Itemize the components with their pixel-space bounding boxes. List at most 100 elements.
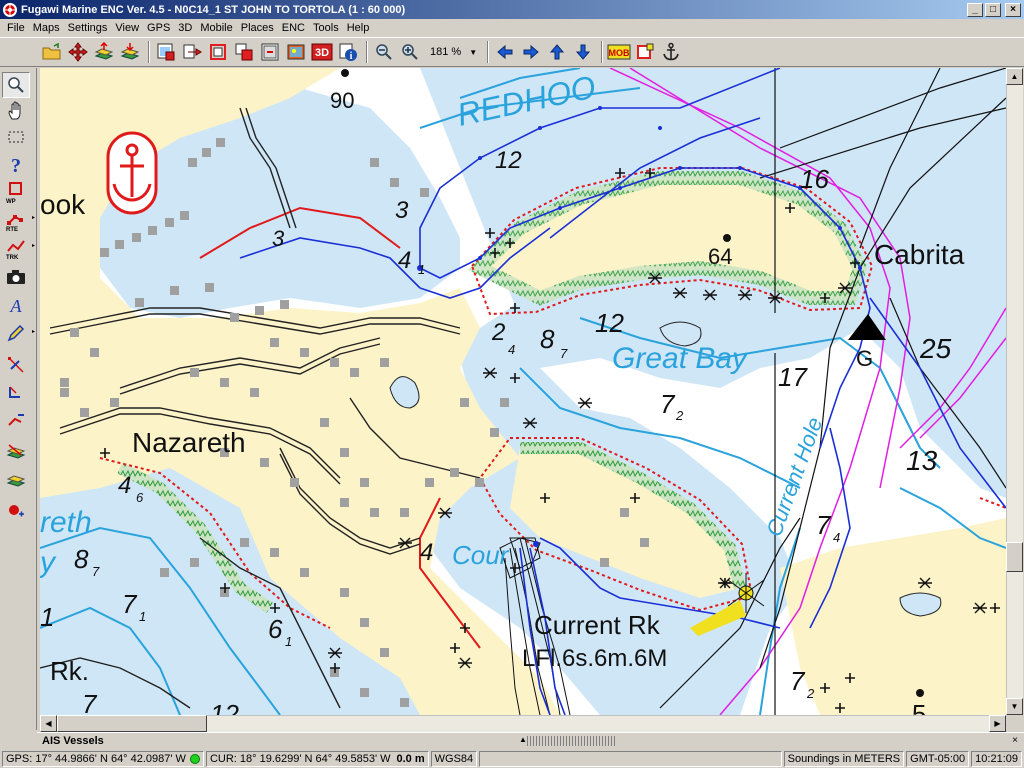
sounding-label: 8	[540, 324, 555, 354]
distance-value: 0.0 m	[396, 752, 425, 765]
text-a-icon: A	[10, 296, 23, 315]
vertical-scroll-thumb[interactable]	[1006, 542, 1023, 572]
pan-tool-button[interactable]	[2, 98, 30, 124]
sounding-label: 4	[118, 472, 131, 499]
pen-tool-button[interactable]: ▸	[2, 320, 35, 346]
mob-label: MOB	[609, 48, 630, 58]
sounding-label: 17	[778, 362, 808, 392]
menu-enc[interactable]: ENC	[278, 22, 309, 34]
place-nazareth-bay: reth	[40, 506, 92, 539]
sounding-sub-label: 1	[285, 634, 292, 649]
3d-button[interactable]: 3D	[310, 40, 334, 64]
menu-gps[interactable]: GPS	[143, 22, 174, 34]
menu-bar: File Maps Settings View GPS 3D Mobile Pl…	[0, 19, 1024, 37]
info-button[interactable]: i	[336, 40, 360, 64]
record-button[interactable]	[2, 498, 30, 524]
query-tool-button[interactable]: ?	[2, 152, 30, 178]
menu-places[interactable]: Places	[237, 22, 278, 34]
menu-file[interactable]: File	[3, 22, 29, 34]
sounding-label: 12	[210, 699, 239, 715]
zoom-tool-button[interactable]	[2, 72, 30, 98]
enc-chart-canvas[interactable]: 90 12 3 4 1 3 16 64 12 2 4 8 7 17 25 13 …	[40, 68, 1006, 715]
arrow-down-icon: ▼	[1010, 702, 1019, 711]
open-folder-button[interactable]	[40, 40, 64, 64]
menu-3d[interactable]: 3D	[174, 22, 196, 34]
vertical-scrollbar[interactable]: ▲ ▼	[1006, 68, 1023, 715]
menu-maps[interactable]: Maps	[29, 22, 64, 34]
ais-close-button[interactable]: ×	[1012, 735, 1018, 746]
layer-show-button[interactable]	[2, 438, 30, 464]
text-tool-button[interactable]: A	[2, 292, 30, 318]
panel-resize-grip[interactable]	[527, 736, 617, 746]
sounding-label: 5	[912, 699, 926, 715]
maximize-button[interactable]: □	[985, 2, 1001, 17]
expand-panel-icon[interactable]: ▲	[519, 735, 527, 744]
camera-tool-button[interactable]	[2, 264, 30, 290]
pan-right-button[interactable]	[519, 40, 543, 64]
toolbar-separator	[148, 41, 150, 63]
daymark-label: G	[856, 346, 873, 371]
clock: 10:21:09	[971, 750, 1022, 767]
sounding-label: 6	[268, 614, 283, 644]
layer-stack-icon	[94, 42, 114, 60]
arrow-left-icon	[497, 44, 513, 60]
anchor-button[interactable]	[659, 40, 683, 64]
layer-down-button[interactable]	[118, 40, 142, 64]
waypoint-tool-button[interactable]: WP	[2, 178, 30, 205]
goto-button[interactable]	[180, 40, 204, 64]
enc-window-button[interactable]	[258, 40, 282, 64]
window-red-button[interactable]	[206, 40, 230, 64]
pen-icon	[7, 324, 25, 342]
route-tool-button[interactable]: RTE ▸	[2, 206, 35, 233]
menu-tools[interactable]: Tools	[309, 22, 343, 34]
mark-button[interactable]	[633, 40, 657, 64]
zoom-in-button[interactable]	[398, 40, 422, 64]
goto-arrow-icon	[183, 44, 202, 59]
layer-hide-button[interactable]	[2, 466, 30, 492]
scroll-up-button[interactable]: ▲	[1006, 68, 1023, 85]
zoom-out-button[interactable]	[372, 40, 396, 64]
close-button[interactable]: ×	[1005, 2, 1021, 17]
sounding-label: 90	[330, 88, 354, 113]
svg-text:i: i	[350, 51, 353, 62]
nautical-chart-view[interactable]: 90 12 3 4 1 3 16 64 12 2 4 8 7 17 25 13 …	[40, 68, 1006, 715]
pan-down-button[interactable]	[571, 40, 595, 64]
horizontal-scroll-thumb[interactable]	[57, 715, 207, 732]
photo-button[interactable]	[284, 40, 308, 64]
pan-up-button[interactable]	[545, 40, 569, 64]
layer-stack-down-icon	[120, 43, 140, 60]
soundings-units: Soundings in METERS	[783, 750, 905, 767]
minimize-button[interactable]: _	[967, 2, 983, 17]
select-tool-button[interactable]	[2, 124, 30, 150]
route-join-button[interactable]	[2, 408, 30, 434]
horizontal-scrollbar[interactable]: ◀ ▶	[40, 715, 1006, 732]
cursor-position-text: CUR: 18° 19.6299' N 64° 49.5853' W	[209, 752, 391, 765]
arrow-up-icon	[550, 44, 565, 60]
chart-window-button[interactable]	[154, 40, 178, 64]
menu-help[interactable]: Help	[343, 22, 374, 34]
pan-center-button[interactable]	[66, 40, 90, 64]
scroll-left-button[interactable]: ◀	[40, 715, 57, 732]
menu-settings[interactable]: Settings	[64, 22, 112, 34]
route-step-button[interactable]	[2, 380, 30, 406]
scroll-down-button[interactable]: ▼	[1006, 698, 1023, 715]
gps-position-text: GPS: 17° 44.9866' N 64° 42.0987' W	[6, 752, 186, 765]
zoom-level-value: 181 %	[430, 46, 462, 58]
track-tool-button[interactable]: TRK ▸	[2, 234, 35, 261]
route-edit-icon	[8, 357, 24, 373]
pan-left-button[interactable]	[493, 40, 517, 64]
arrow-down-icon	[576, 44, 591, 60]
overlay-button[interactable]	[232, 40, 256, 64]
menu-view[interactable]: View	[111, 22, 143, 34]
ais-vessels-panel: AIS Vessels ▲ ×	[37, 732, 1024, 749]
sounding-label: 12	[495, 147, 522, 174]
zoom-level-select[interactable]: 181 % ▼	[430, 46, 477, 58]
menu-mobile[interactable]: Mobile	[196, 22, 236, 34]
layer-up-button[interactable]	[92, 40, 116, 64]
route-edit-button[interactable]	[2, 352, 30, 378]
mob-button[interactable]: MOB	[607, 40, 631, 64]
place-nazareth-bay-second: y	[40, 546, 57, 579]
scroll-right-button[interactable]: ▶	[989, 715, 1006, 732]
caret-right-icon: ▸	[31, 243, 35, 249]
sounding-sub-label: 7	[92, 564, 100, 579]
